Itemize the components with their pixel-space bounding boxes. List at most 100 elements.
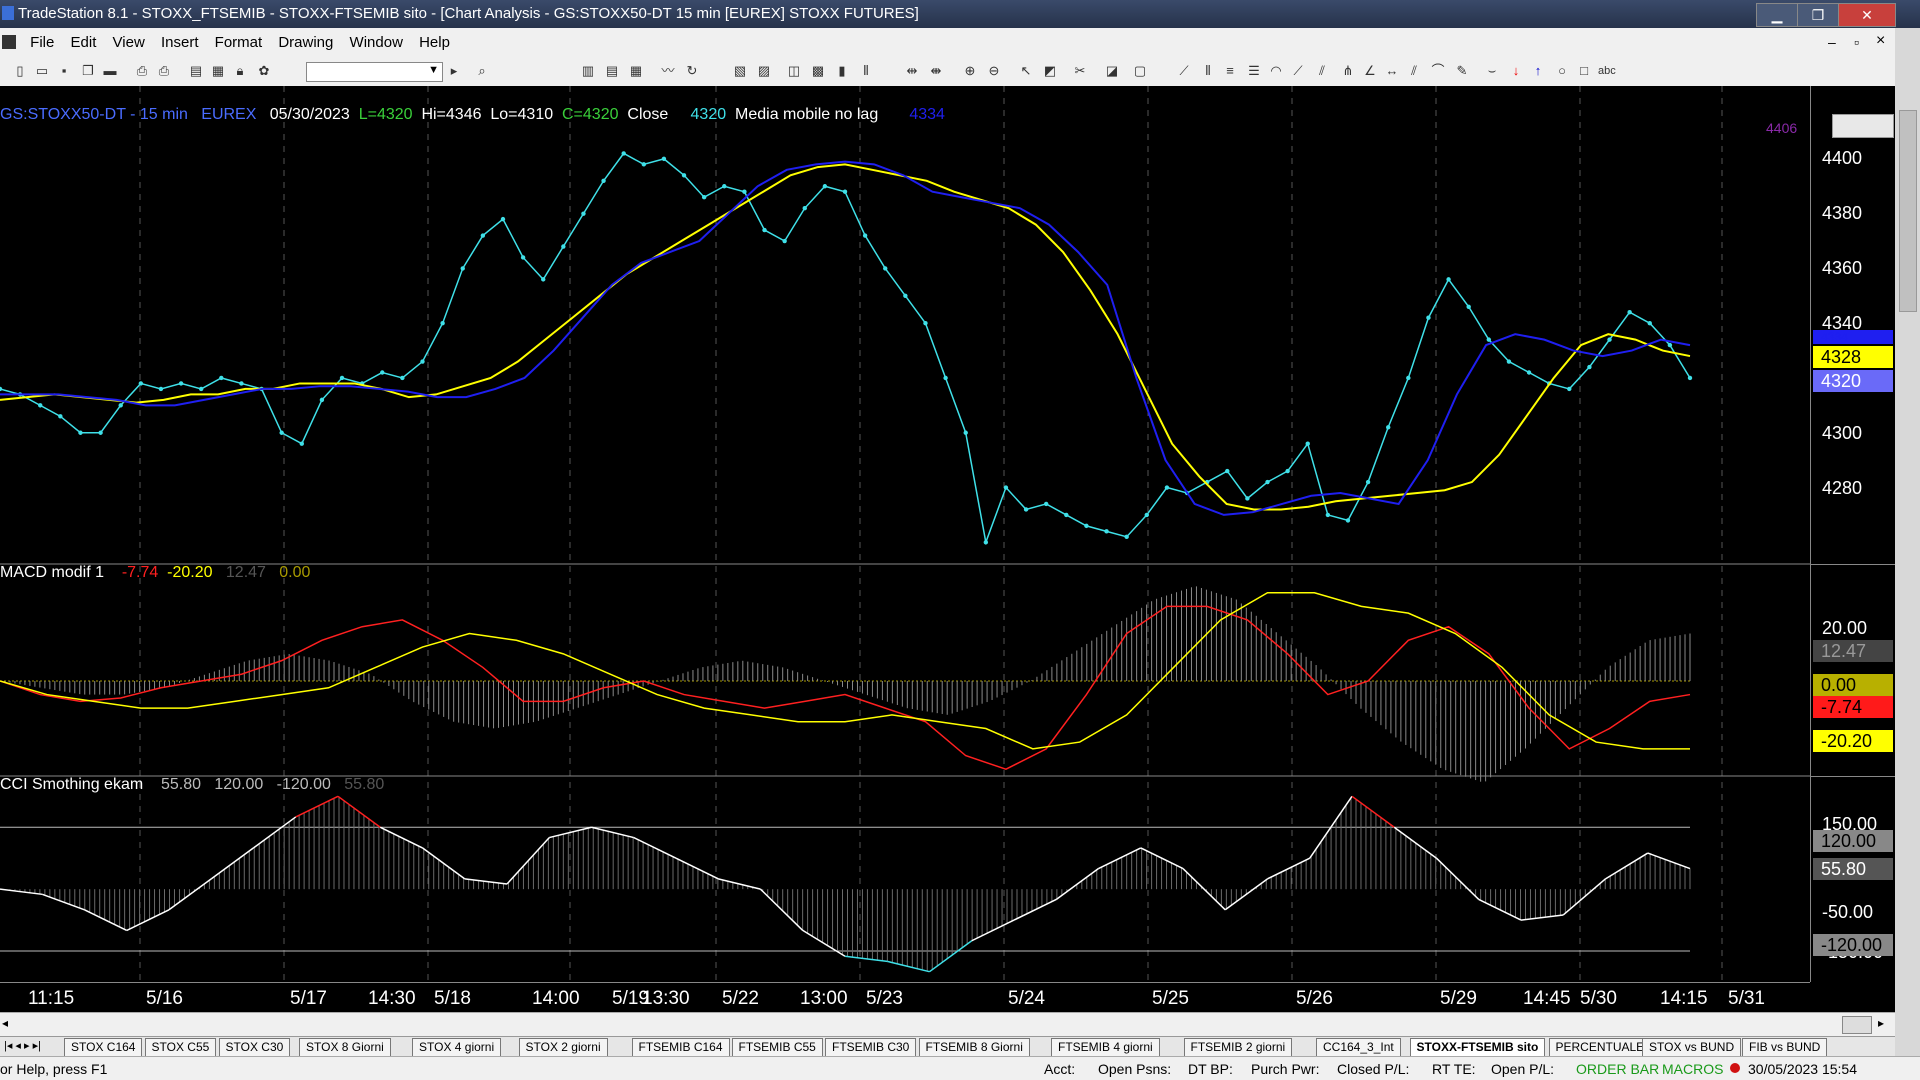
- time-tick: 14:45: [1523, 988, 1571, 1009]
- workspace-tab[interactable]: STOX 2 giorni: [518, 1038, 608, 1057]
- bar-spacing-out-icon[interactable]: ⇼: [928, 63, 944, 79]
- workspace-tab[interactable]: FIB vs BUND: [1742, 1038, 1828, 1057]
- open-icon[interactable]: ▭: [34, 63, 50, 79]
- chart-area[interactable]: GS:STOXX50-DT - 15 min EUREX 05/30/2023 …: [0, 86, 1810, 982]
- curve-icon[interactable]: ⌣: [1484, 63, 1500, 79]
- mdi-restore-button[interactable]: ▫: [1854, 34, 1859, 50]
- sub-window-buttons[interactable]: [1832, 114, 1894, 138]
- parallel-icon[interactable]: ⫽: [1406, 63, 1422, 79]
- minimize-button[interactable]: ▁: [1756, 3, 1798, 27]
- status-macros[interactable]: MACROS: [1662, 1061, 1723, 1077]
- workspace-tab[interactable]: STOX vs BUND: [1642, 1038, 1742, 1057]
- angle-icon[interactable]: ∠: [1362, 63, 1378, 79]
- rectangle-icon[interactable]: □: [1576, 63, 1592, 79]
- lock-icon[interactable]: 🔒︎: [232, 63, 248, 79]
- workspace-tab[interactable]: PERCENTUALE: [1548, 1038, 1652, 1057]
- arrow-right-icon[interactable]: ▸: [446, 63, 462, 79]
- symbol-combo[interactable]: ▼: [306, 62, 443, 82]
- arrow-lr-icon[interactable]: ↔: [1384, 63, 1400, 79]
- window-icon[interactable]: ▤: [188, 63, 204, 79]
- refresh-icon[interactable]: ↻: [684, 63, 700, 79]
- candle-icon[interactable]: ▮: [834, 63, 850, 79]
- menu-view[interactable]: View: [107, 28, 151, 51]
- find-icon[interactable]: ⌕: [474, 63, 490, 79]
- scroll-left-icon[interactable]: ◂: [2, 1016, 8, 1030]
- menu-help[interactable]: Help: [413, 28, 456, 51]
- window-title-bar[interactable]: TradeStation 8.1 - STOXX_FTSEMIB - STOXX…: [0, 0, 1920, 28]
- menu-window[interactable]: Window: [344, 28, 409, 51]
- text-icon[interactable]: abc: [1598, 63, 1616, 79]
- table-icon[interactable]: ▦: [628, 63, 644, 79]
- mdi-minimize-button[interactable]: ‒: [1828, 34, 1836, 50]
- data-window-icon[interactable]: ◩: [1042, 63, 1058, 79]
- menu-format[interactable]: Format: [209, 28, 269, 51]
- zoom-in-icon[interactable]: ⊕: [962, 63, 978, 79]
- trendline-icon[interactable]: ⟋: [1176, 63, 1192, 79]
- workspace-tab[interactable]: FTSEMIB 2 giorni: [1183, 1038, 1293, 1057]
- workspace-tab[interactable]: STOX C30: [218, 1038, 291, 1057]
- horizontal-lines-icon[interactable]: ≡: [1222, 63, 1238, 79]
- arrow-down-icon[interactable]: ↓: [1508, 63, 1524, 79]
- menu-insert[interactable]: Insert: [155, 28, 205, 51]
- menu-edit[interactable]: Edit: [65, 28, 103, 51]
- pitchfork-icon[interactable]: ⋔: [1340, 63, 1356, 79]
- save-icon[interactable]: ▪: [56, 63, 72, 79]
- new-icon[interactable]: ▯: [12, 63, 28, 79]
- fib-icon[interactable]: ☰: [1246, 63, 1262, 79]
- matrix-icon[interactable]: ▩: [810, 63, 826, 79]
- status-order-bar[interactable]: ORDER BAR: [1576, 1061, 1659, 1077]
- chart-icon[interactable]: ▥: [580, 63, 596, 79]
- insert-icon[interactable]: ◪: [1104, 63, 1120, 79]
- time-axis[interactable]: 11:15 5/16 5/17 14:30 5/18 14:00 5/19 13:30 5/22…: [0, 982, 1810, 1012]
- close-button[interactable]: ✕: [1838, 3, 1896, 27]
- workspace-tab[interactable]: FTSEMIB 4 giorni: [1051, 1038, 1160, 1057]
- disabled-icon[interactable]: ▢: [1132, 63, 1148, 79]
- zoom-out-icon[interactable]: ⊖: [986, 63, 1002, 79]
- scroll-right-icon[interactable]: ▸: [1878, 1016, 1884, 1030]
- tab-nav-first-icon[interactable]: |◂ ◂ ▸ ▸|: [4, 1039, 41, 1052]
- print-icon[interactable]: ⎙: [134, 63, 150, 79]
- print-preview-icon[interactable]: ⎙: [156, 63, 172, 79]
- workspace-tab[interactable]: STOX C55: [144, 1038, 217, 1057]
- tools-icon[interactable]: ✿: [256, 63, 272, 79]
- fan-icon[interactable]: ⟋: [1290, 63, 1306, 79]
- mdi-close-button[interactable]: ×: [1876, 32, 1885, 50]
- scroll-thumb[interactable]: [1842, 1016, 1872, 1034]
- wrench-icon[interactable]: ✂: [1072, 63, 1088, 79]
- workspace-tab[interactable]: STOX C164: [64, 1038, 143, 1057]
- grid-icon[interactable]: ▦: [210, 63, 226, 79]
- vertical-scrollbar[interactable]: [1899, 110, 1917, 312]
- workspace-tab[interactable]: FTSEMIB C164: [631, 1038, 730, 1057]
- price-point: [581, 211, 586, 216]
- bar-type-icon[interactable]: ⫴: [858, 63, 874, 79]
- horizontal-scrollbar[interactable]: ◂ ▸: [0, 1012, 1895, 1037]
- menu-file[interactable]: File: [24, 28, 60, 51]
- workspace-tab[interactable]: STOX 4 giorni: [412, 1038, 502, 1057]
- menu-drawing[interactable]: Drawing: [272, 28, 339, 51]
- window-tile-icon[interactable]: ▧: [732, 63, 748, 79]
- vertical-lines-icon[interactable]: ⦀: [1200, 63, 1216, 79]
- ellipse-icon[interactable]: ○: [1554, 63, 1570, 79]
- arrow-up-icon[interactable]: ↑: [1530, 63, 1546, 79]
- workspace-tab[interactable]: CC164_3_Int: [1316, 1038, 1401, 1057]
- chart-svg[interactable]: [0, 86, 1810, 982]
- bars-icon[interactable]: ▤: [604, 63, 620, 79]
- restore-button[interactable]: ❐: [1797, 3, 1839, 27]
- workspace-tab[interactable]: STOXX-FTSEMIB sito: [1409, 1038, 1546, 1057]
- folder-icon[interactable]: ▬: [102, 63, 118, 79]
- channel-icon[interactable]: ⫽: [1314, 63, 1330, 79]
- arc-icon[interactable]: ◠: [1268, 63, 1284, 79]
- line-chart-icon[interactable]: 〰: [660, 63, 676, 79]
- cycle-icon[interactable]: ⌒: [1430, 63, 1446, 79]
- pen-icon[interactable]: ✎: [1454, 63, 1470, 79]
- bar-spacing-in-icon[interactable]: ⇹: [904, 63, 920, 79]
- workspace-tab[interactable]: FTSEMIB C30: [825, 1038, 917, 1057]
- workspace-tab[interactable]: FTSEMIB C55: [731, 1038, 823, 1057]
- radar-icon[interactable]: ◫: [786, 63, 802, 79]
- pointer-icon[interactable]: ↖: [1018, 63, 1034, 79]
- workspace-tab[interactable]: FTSEMIB 8 Giorni: [918, 1038, 1030, 1057]
- window-cascade-icon[interactable]: ▨: [756, 63, 772, 79]
- copy-icon[interactable]: ❐: [80, 63, 96, 79]
- time-tick: 5/25: [1152, 988, 1189, 1009]
- workspace-tab[interactable]: STOX 8 Giorni: [299, 1038, 391, 1057]
